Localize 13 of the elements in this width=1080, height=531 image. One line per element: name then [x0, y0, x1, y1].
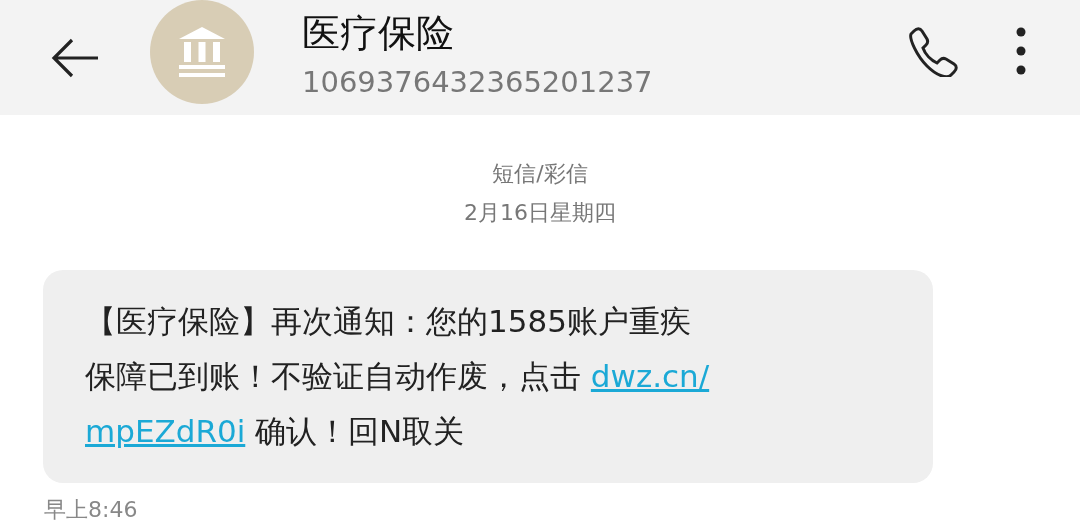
phone-number: 1069376432365201237 [302, 63, 653, 101]
message-type-label: 短信/彩信 [492, 160, 588, 188]
message-text: 【医疗保险】再次通知：您的1585账户重疾 [85, 302, 691, 341]
more-icon[interactable] [1016, 25, 1026, 76]
date-label: 2月16日星期四 [464, 199, 616, 227]
back-icon[interactable] [50, 37, 100, 78]
message-text: 保障已到账！不验证自动作废，点击 [85, 357, 582, 396]
message-time: 早上8:46 [44, 496, 138, 524]
contact-name: 医疗保险 [302, 9, 455, 56]
message-text: 确认！回N取关 [254, 412, 465, 451]
call-icon[interactable] [906, 24, 958, 77]
message-link[interactable]: dwz.cn/ [590, 349, 710, 404]
message-link[interactable]: mpEZdR0i [85, 404, 246, 459]
